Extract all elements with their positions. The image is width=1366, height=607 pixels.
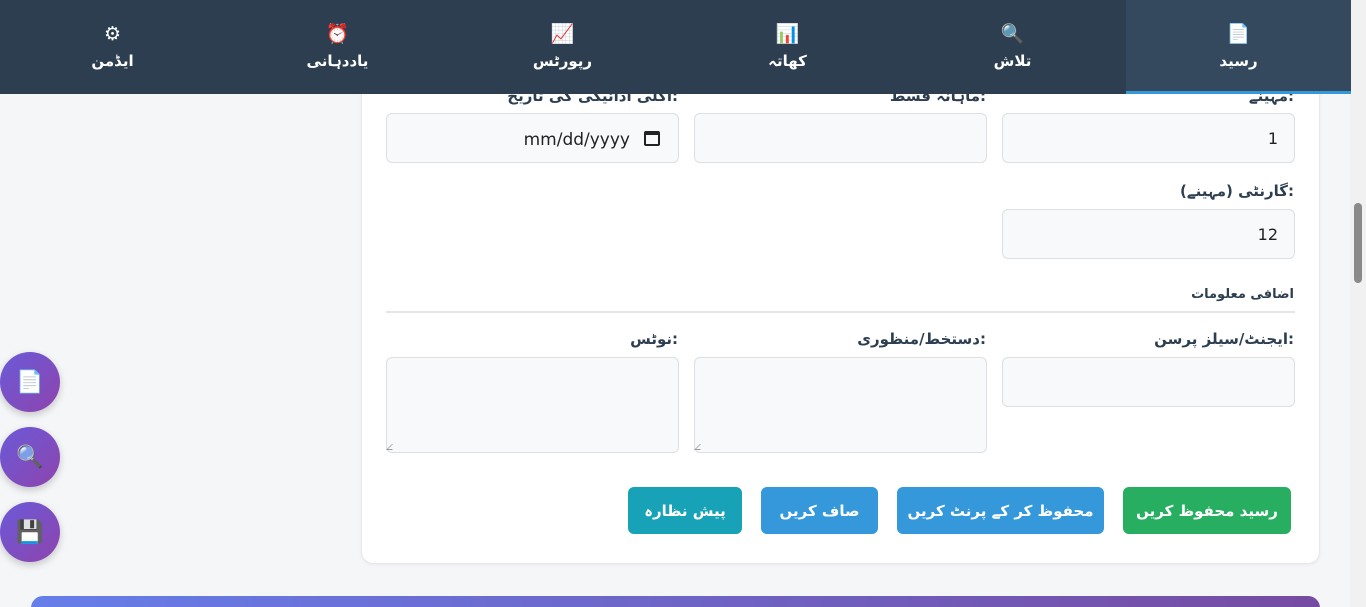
nav-tab-ledger[interactable]: 📊 کھاتہ xyxy=(675,0,900,94)
nav-tab-label: رسید xyxy=(1219,52,1258,70)
nav-tab-search[interactable]: 🔍 تلاش xyxy=(900,0,1125,94)
agent-label: ایجنٹ/سیلز پرسن: xyxy=(1154,330,1294,348)
date-placeholder: mm/dd/yyyy xyxy=(523,130,630,150)
nav-tab-label: تلاش xyxy=(993,52,1032,70)
nav-tab-admin[interactable]: ⚙ ایڈمن xyxy=(0,0,225,94)
guarantee-label: گارنٹی (مہینے): xyxy=(1180,182,1294,200)
agent-input[interactable] xyxy=(1002,357,1295,407)
notes-textarea[interactable] xyxy=(386,357,679,453)
guarantee-value: 12 xyxy=(1257,225,1278,244)
page-scrollbar[interactable] xyxy=(1350,0,1366,607)
clear-button[interactable]: صاف کریں xyxy=(761,487,878,534)
top-navigation: 📄 رسید 🔍 تلاش 📊 کھاتہ 📈 رپورٹس ⏰ یاددہان… xyxy=(0,0,1351,94)
months-value: 1 xyxy=(1267,129,1278,148)
floppy-disk-icon: 💾 xyxy=(16,519,44,545)
ledger-chart-icon: 📊 xyxy=(775,23,800,45)
nav-tab-label: کھاتہ xyxy=(768,52,807,70)
guarantee-months-input[interactable]: 12 xyxy=(1002,209,1295,259)
reports-chart-icon: 📈 xyxy=(550,23,575,45)
fab-new-receipt[interactable]: 📄 xyxy=(0,352,60,412)
fab-save[interactable]: 💾 xyxy=(0,502,60,562)
nav-tab-reports[interactable]: 📈 رپورٹس xyxy=(450,0,675,94)
nav-tab-label: ایڈمن xyxy=(91,52,134,70)
preview-button[interactable]: پیش نظارہ xyxy=(628,487,742,534)
additional-info-heading: اضافی معلومات xyxy=(1191,287,1294,302)
nav-tab-reminders[interactable]: ⏰ یاددہانی xyxy=(225,0,450,94)
document-icon: 📄 xyxy=(16,369,44,395)
next-section-header xyxy=(31,596,1320,607)
nav-tab-label: رپورٹس xyxy=(532,52,593,70)
save-receipt-button[interactable]: رسید محفوظ کریں xyxy=(1123,487,1291,534)
calendar-icon[interactable] xyxy=(644,131,660,146)
receipt-form-card: مہینے: ماہانہ قسط: اگلی ادائیگی کی تاریخ… xyxy=(361,60,1320,564)
receipt-icon: 📄 xyxy=(1226,23,1251,45)
fab-search[interactable]: 🔍 xyxy=(0,427,60,487)
magnifier-icon: 🔍 xyxy=(16,444,44,470)
gear-icon: ⚙ xyxy=(103,23,122,45)
resize-handle[interactable] xyxy=(386,444,398,450)
monthly-installment-input[interactable] xyxy=(694,113,987,163)
section-divider xyxy=(386,311,1295,313)
notes-label: نوٹس: xyxy=(630,330,678,348)
nav-tab-label: یاددہانی xyxy=(306,52,369,70)
signature-textarea[interactable] xyxy=(694,357,987,453)
search-icon: 🔍 xyxy=(1000,23,1025,45)
resize-handle[interactable] xyxy=(694,444,706,450)
next-payment-date-input[interactable]: mm/dd/yyyy xyxy=(386,113,679,163)
save-and-print-button[interactable]: محفوظ کر کے پرنٹ کریں xyxy=(897,487,1104,534)
nav-tab-receipt[interactable]: 📄 رسید xyxy=(1126,0,1351,94)
scrollbar-thumb[interactable] xyxy=(1354,203,1362,283)
signature-label: دستخط/منظوری: xyxy=(857,330,986,348)
months-input[interactable]: 1 xyxy=(1002,113,1295,163)
alarm-clock-icon: ⏰ xyxy=(325,23,350,45)
